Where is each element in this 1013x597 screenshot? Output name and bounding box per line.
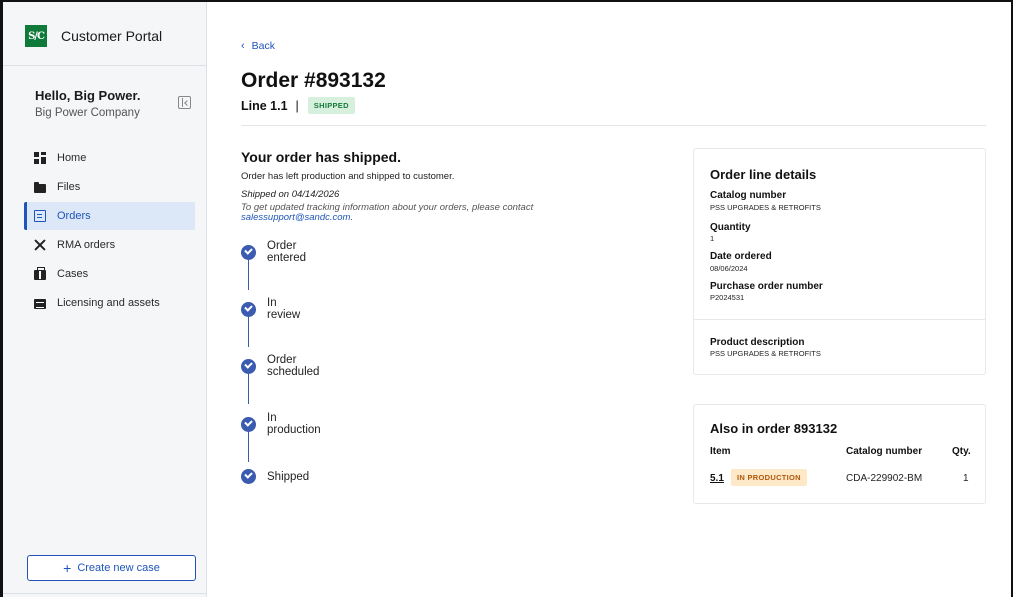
- create-new-case-button[interactable]: + Create new case: [27, 555, 196, 581]
- divider: [3, 65, 206, 66]
- date-ordered-value: 08/06/2024: [710, 264, 748, 273]
- check-circle-icon: [241, 358, 256, 374]
- company-name: Big Power Company: [35, 107, 140, 119]
- check-circle-icon: [241, 301, 256, 317]
- sidebar-nav: Home Files Orders RMA orders Cases Licen…: [24, 144, 195, 318]
- timeline-connector: [248, 373, 249, 404]
- divider: [241, 125, 986, 126]
- sidebar-item-label: Orders: [57, 210, 91, 222]
- contact-suffix: .: [350, 212, 354, 223]
- step-label: In review: [267, 297, 301, 321]
- folder-icon: [34, 181, 46, 193]
- status-description: Order has left production and shipped to…: [241, 171, 455, 182]
- line-label: Line 1.1: [241, 98, 288, 113]
- step-label: Order scheduled: [267, 354, 320, 378]
- purchase-order-value: P2024531: [710, 293, 745, 302]
- contact-text: To get updated tracking information abou…: [241, 203, 571, 223]
- column-header-qty: Qty.: [952, 446, 971, 457]
- sidebar-item-label: Licensing and assets: [57, 297, 160, 309]
- sales-support-email-link[interactable]: salessupport@sandc.com: [241, 212, 350, 223]
- item-link[interactable]: 5.1: [710, 473, 724, 484]
- timeline-step: Order scheduled: [241, 354, 319, 378]
- app-title: Customer Portal: [61, 28, 163, 44]
- timeline-step: In review: [241, 297, 300, 321]
- sidebar: S/C Customer Portal Hello, Big Power. Bi…: [3, 2, 207, 597]
- check-circle-icon: [241, 244, 256, 260]
- sidebar-item-licensing[interactable]: Licensing and assets: [24, 289, 195, 317]
- timeline-step: Order entered: [241, 240, 306, 264]
- catalog-number-cell: CDA-229902-BM: [846, 473, 923, 484]
- sidebar-item-label: Files: [57, 181, 81, 193]
- divider: [3, 593, 206, 594]
- sidebar-item-files[interactable]: Files: [24, 173, 195, 201]
- card-title: Also in order 893132: [710, 421, 838, 436]
- timeline-step: Shipped: [241, 469, 309, 484]
- card-title: Order line details: [710, 167, 817, 182]
- product-description-value: PSS UPGRADES & RETROFITS: [710, 349, 821, 358]
- timeline-connector: [248, 316, 249, 347]
- date-ordered-label: Date ordered: [710, 251, 772, 262]
- tools-icon: [34, 239, 46, 251]
- timeline-connector: [248, 259, 249, 290]
- check-circle-icon: [241, 416, 256, 432]
- purchase-order-label: Purchase order number: [710, 281, 823, 292]
- sidebar-item-label: Home: [57, 152, 87, 164]
- status-heading: Your order has shipped.: [241, 149, 401, 165]
- catalog-number-value: PSS UPGRADES & RETROFITS: [710, 203, 821, 212]
- home-icon: [34, 152, 46, 164]
- also-in-order-card: Also in order 893132 Item Catalog number…: [693, 404, 986, 504]
- timeline-step: In production: [241, 412, 321, 436]
- brand[interactable]: S/C Customer Portal: [25, 25, 162, 47]
- briefcase-icon: [34, 267, 46, 280]
- step-label: Shipped: [267, 470, 310, 483]
- sidebar-item-cases[interactable]: Cases: [24, 260, 195, 288]
- status-badge: IN PRODUCTION: [731, 469, 807, 486]
- sidebar-item-label: RMA orders: [57, 239, 116, 251]
- order-line-row: Line 1.1 | SHIPPED: [241, 97, 355, 114]
- sidebar-item-home[interactable]: Home: [24, 144, 195, 172]
- back-link[interactable]: ‹ Back: [241, 40, 275, 52]
- quantity-label: Quantity: [710, 222, 751, 233]
- column-header-catalog: Catalog number: [846, 446, 923, 457]
- timeline-connector: [248, 431, 249, 462]
- page-title: Order #893132: [241, 69, 386, 92]
- sidebar-item-orders[interactable]: Orders: [24, 202, 195, 230]
- license-icon: [34, 298, 46, 309]
- quantity-value: 1: [710, 234, 715, 243]
- user-greeting: Hello, Big Power. Big Power Company: [35, 88, 140, 119]
- divider: [694, 319, 985, 320]
- collapse-sidebar-icon[interactable]: [178, 96, 191, 109]
- orders-icon: [34, 210, 46, 222]
- step-label: In production: [267, 412, 321, 436]
- separator: |: [295, 98, 299, 113]
- greeting-name: Hello, Big Power.: [35, 88, 141, 103]
- sidebar-item-label: Cases: [57, 268, 89, 280]
- plus-icon: +: [63, 560, 72, 576]
- sidebar-item-rma-orders[interactable]: RMA orders: [24, 231, 195, 259]
- chevron-left-icon: ‹: [241, 40, 245, 52]
- shipped-date: Shipped on 04/14/2026: [241, 189, 340, 200]
- check-circle-icon: [241, 469, 256, 484]
- company-logo: S/C: [25, 25, 47, 47]
- catalog-number-label: Catalog number: [710, 190, 787, 201]
- qty-cell: 1: [963, 473, 969, 484]
- product-description-label: Product description: [710, 337, 805, 348]
- step-label: Order entered: [267, 240, 307, 264]
- order-line-details-card: Order line details Catalog number PSS UP…: [693, 148, 986, 375]
- status-badge: SHIPPED: [307, 97, 355, 114]
- create-case-label: Create new case: [77, 562, 160, 574]
- column-header-item: Item: [710, 446, 731, 457]
- back-label: Back: [251, 40, 276, 52]
